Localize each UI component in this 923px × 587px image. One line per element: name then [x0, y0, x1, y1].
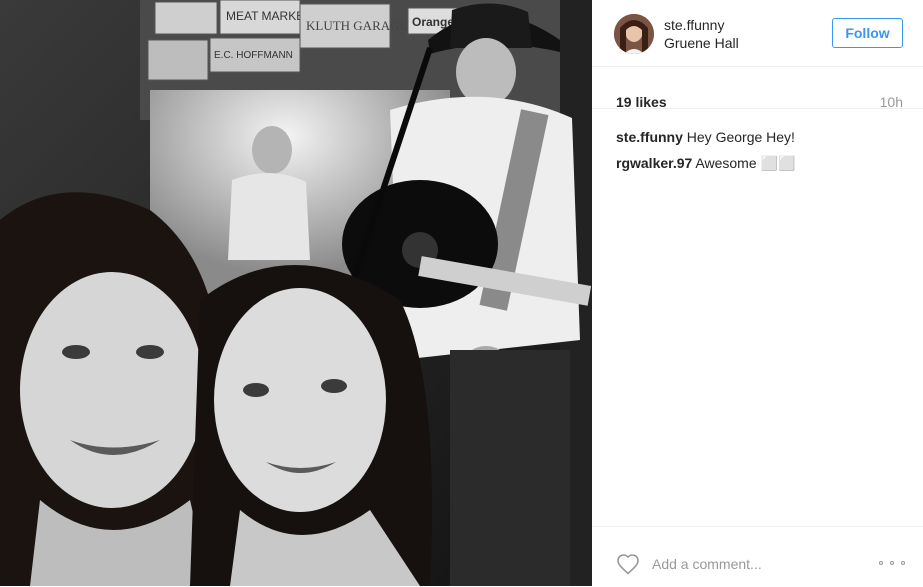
comment: ste.ffunny Hey George Hey!: [616, 128, 906, 146]
comment-username[interactable]: rgwalker.97: [616, 155, 692, 171]
comments-list: ste.ffunny Hey George Hey! rgwalker.97 A…: [616, 128, 906, 180]
follow-button[interactable]: Follow: [832, 18, 903, 48]
post-location[interactable]: Gruene Hall: [664, 35, 739, 51]
post-time: 10h: [879, 94, 903, 110]
likes-count[interactable]: 19 likes: [616, 94, 667, 110]
dot: [901, 561, 905, 565]
post-stats: 19 likes 10h: [592, 78, 923, 110]
more-options-icon[interactable]: [879, 553, 905, 573]
dot: [890, 561, 894, 565]
sign-hoffmann-text: E.C. HOFFMANN: [214, 50, 293, 61]
photo-scene: MEAT MARKET KLUTH GARAGE E.C. HOFFMANN O…: [0, 0, 592, 586]
add-comment-input[interactable]: [650, 551, 874, 577]
singer-shirt: [228, 172, 310, 260]
singer-head: [252, 126, 292, 174]
dot: [879, 561, 883, 565]
avatar-image: [614, 14, 654, 54]
post-footer: [592, 526, 923, 587]
comment-text: Hey George Hey!: [686, 129, 795, 145]
comment-username[interactable]: ste.ffunny: [616, 129, 683, 145]
sign-kluth-text: KLUTH GARAGE: [306, 18, 408, 33]
woman-right-face: [214, 288, 386, 512]
comment: rgwalker.97 Awesome ⬜⬜: [616, 154, 906, 172]
cowboy-face: [456, 38, 516, 106]
post-side-panel: ste.ffunny Gruene Hall Follow 19 likes 1…: [592, 0, 923, 586]
heart-icon[interactable]: [616, 553, 640, 575]
author-username[interactable]: ste.ffunny: [664, 17, 724, 33]
comment-text: Awesome ⬜⬜: [695, 155, 796, 171]
post-modal: MEAT MARKET KLUTH GARAGE E.C. HOFFMANN O…: [0, 0, 923, 586]
woman-left-face: [20, 272, 204, 508]
post-photo[interactable]: MEAT MARKET KLUTH GARAGE E.C. HOFFMANN O…: [0, 0, 592, 586]
avatar[interactable]: [614, 14, 654, 54]
sign-meat-market-text: MEAT MARKET: [226, 9, 312, 23]
post-header: ste.ffunny Gruene Hall Follow: [592, 0, 923, 67]
